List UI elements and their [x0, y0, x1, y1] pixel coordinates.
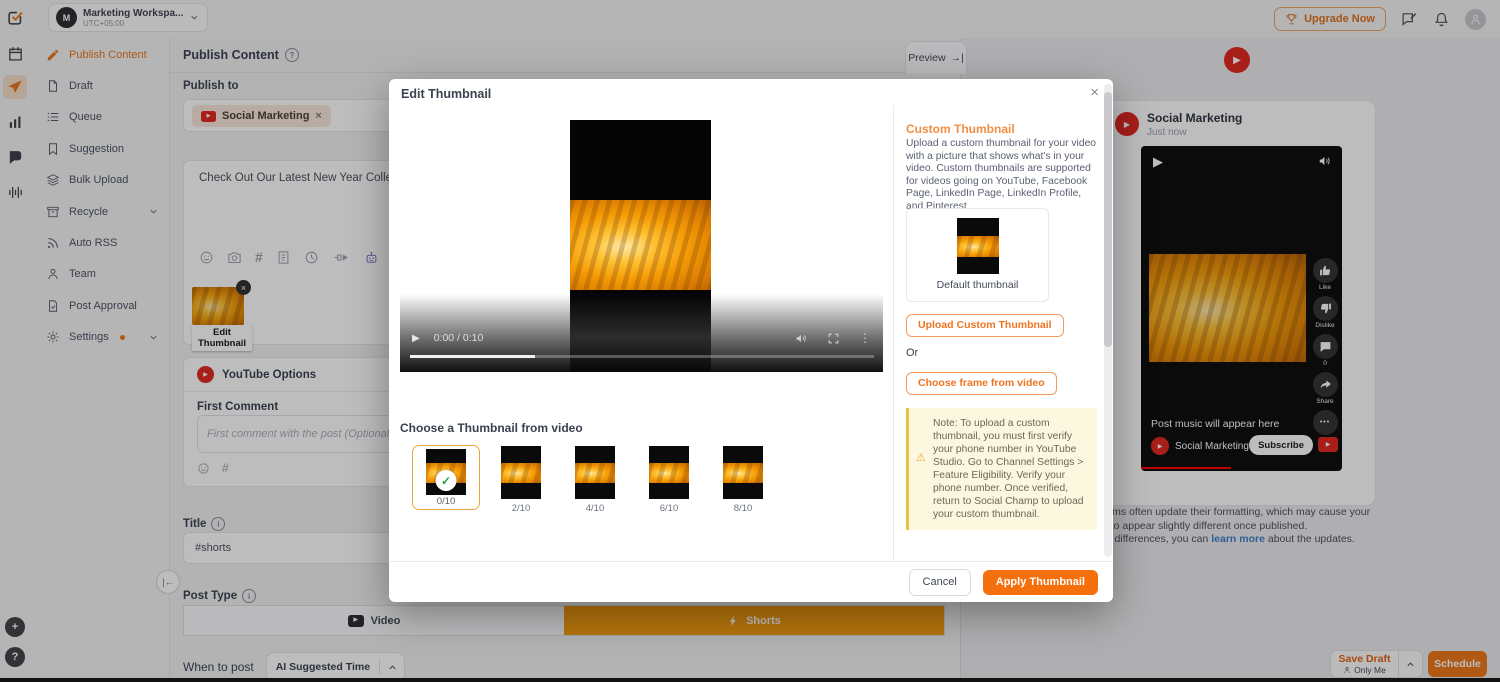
thumbnail-image [575, 446, 615, 499]
seek-bar[interactable] [410, 355, 874, 358]
buffered-segment [410, 355, 535, 358]
scrollbar-thumb[interactable] [1104, 92, 1112, 347]
video-image [570, 200, 711, 290]
close-icon[interactable]: × [1090, 85, 1099, 100]
warning-icon: ⚠ [916, 452, 926, 465]
edit-thumbnail-modal: Edit Thumbnail × ▶ 0:00 / 0:10 ⋮ Choose … [389, 79, 1113, 602]
play-button[interactable]: ▶ [412, 333, 420, 344]
thumbnail-option[interactable]: 2/10 [501, 446, 541, 514]
thumbnail-timestamp: 8/10 [723, 503, 763, 514]
default-thumbnail-card[interactable]: Default thumbnail [906, 208, 1049, 302]
cancel-button[interactable]: Cancel [909, 569, 971, 596]
upload-custom-thumbnail-button[interactable]: Upload Custom Thumbnail [906, 314, 1064, 337]
thumbnail-option[interactable]: 8/10 [723, 446, 763, 514]
selected-check-icon: ✓ [436, 470, 457, 491]
thumbnail-image [649, 446, 689, 499]
modal-footer: Cancel Apply Thumbnail [389, 561, 1113, 602]
note-text: Note: To upload a custom thumbnail, you … [933, 418, 1084, 520]
or-label: Or [906, 347, 918, 359]
phone-verification-note: ⚠ Note: To upload a custom thumbnail, yo… [906, 408, 1097, 530]
video-player[interactable]: ▶ 0:00 / 0:10 ⋮ [400, 120, 883, 372]
thumbnail-image [501, 446, 541, 499]
thumbnail-timestamp: 0/10 [437, 496, 456, 507]
thumbnail-option[interactable]: 4/10 [575, 446, 615, 514]
thumbnail-image [723, 446, 763, 499]
player-controls: ▶ 0:00 / 0:10 ⋮ [400, 330, 883, 346]
kebab-menu-icon[interactable]: ⋮ [859, 331, 871, 345]
thumbnail-timestamp: 6/10 [649, 503, 689, 514]
volume-icon[interactable] [795, 332, 808, 345]
thumbnail-option-selected[interactable]: ✓ 0/10 [412, 445, 480, 510]
modal-title: Edit Thumbnail [401, 87, 491, 101]
thumbnail-timestamp: 4/10 [575, 503, 615, 514]
modal-divider [893, 105, 894, 561]
choose-thumbnail-label: Choose a Thumbnail from video [400, 421, 583, 435]
thumbnail-option[interactable]: 6/10 [649, 446, 689, 514]
custom-thumbnail-description: Upload a custom thumbnail for your video… [906, 138, 1097, 214]
default-thumbnail-image [957, 218, 999, 274]
time-display: 0:00 / 0:10 [434, 332, 484, 344]
apply-thumbnail-button[interactable]: Apply Thumbnail [983, 570, 1098, 595]
check-glyph: ✓ [441, 474, 451, 488]
fullscreen-icon[interactable] [827, 332, 840, 345]
default-thumbnail-caption: Default thumbnail [937, 279, 1019, 291]
modal-scrollbar[interactable] [1104, 84, 1112, 557]
thumbnail-timestamp: 2/10 [501, 503, 541, 514]
choose-frame-button[interactable]: Choose frame from video [906, 372, 1057, 395]
custom-thumbnail-heading: Custom Thumbnail [906, 122, 1015, 136]
